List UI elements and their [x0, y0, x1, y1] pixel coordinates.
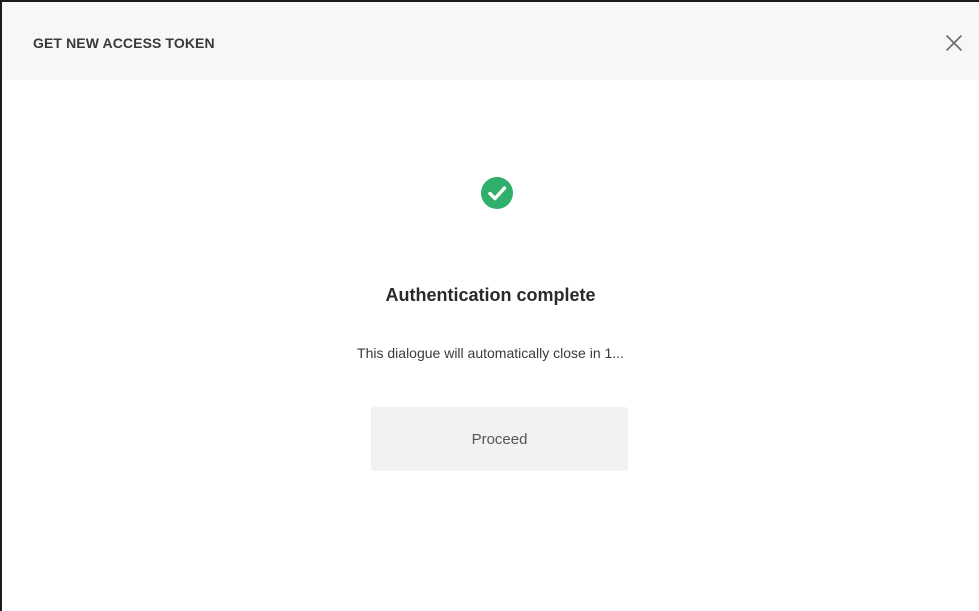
proceed-button[interactable]: Proceed [371, 407, 628, 471]
status-headline: Authentication complete [385, 285, 596, 305]
dialog-header: GET NEW ACCESS TOKEN [2, 2, 979, 80]
dialog-title: GET NEW ACCESS TOKEN [33, 35, 215, 51]
dialog-body: Authentication complete This dialogue wi… [2, 80, 979, 611]
auto-close-message: This dialogue will automatically close i… [357, 345, 624, 361]
close-button[interactable] [941, 30, 967, 56]
access-token-dialog: GET NEW ACCESS TOKEN Authentication comp… [0, 0, 979, 611]
check-circle-icon [480, 176, 514, 210]
close-icon [946, 35, 962, 51]
